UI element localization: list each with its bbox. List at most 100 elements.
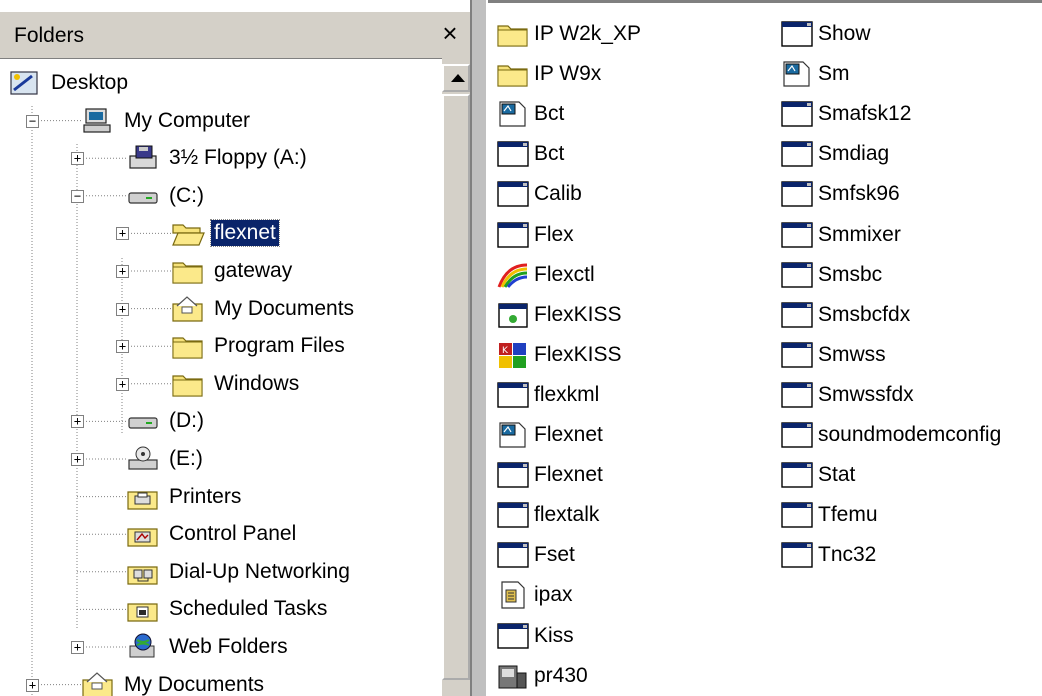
hard-drive-icon bbox=[126, 406, 160, 436]
tree-item[interactable]: Dial-Up Networking bbox=[126, 555, 353, 589]
scrollbar-thumb[interactable] bbox=[442, 94, 470, 680]
file-item[interactable]: Flexnet bbox=[496, 457, 603, 493]
tree-item-label: Control Panel bbox=[169, 522, 297, 546]
file-item[interactable]: Fset bbox=[496, 537, 575, 573]
app-window-icon bbox=[496, 460, 530, 490]
tree-item-label: (E:) bbox=[169, 447, 203, 470]
pane-splitter[interactable] bbox=[470, 0, 488, 696]
tree-item-label: Windows bbox=[214, 371, 300, 395]
tree-scrollbar[interactable] bbox=[442, 58, 470, 696]
file-item[interactable]: Flexctl bbox=[496, 257, 595, 293]
file-item[interactable]: Smsbc bbox=[780, 257, 882, 293]
file-item[interactable]: Show bbox=[780, 16, 871, 52]
file-name: IP W9x bbox=[534, 62, 602, 86]
file-item[interactable]: Calib bbox=[496, 176, 582, 212]
tree-item[interactable]: (C:) bbox=[126, 179, 207, 213]
tree-item-label: (D:) bbox=[169, 409, 204, 433]
file-item[interactable]: soundmodemconfig bbox=[780, 417, 1001, 453]
tree-item[interactable]: My Documents bbox=[171, 292, 357, 326]
file-item[interactable]: Flexnet bbox=[496, 417, 603, 453]
tree-item[interactable]: Web Folders bbox=[126, 630, 291, 664]
file-name: Smfsk96 bbox=[818, 182, 900, 206]
file-name: Smwss bbox=[818, 342, 886, 366]
tree-item[interactable]: Control Panel bbox=[126, 517, 299, 551]
tree-item[interactable]: Printers bbox=[126, 480, 244, 514]
expand-plus-icon[interactable]: + bbox=[26, 678, 39, 692]
file-item[interactable]: Smsbcfdx bbox=[780, 297, 910, 333]
config-file-icon bbox=[496, 580, 530, 610]
file-name: Smmixer bbox=[818, 222, 901, 246]
expand-plus-icon[interactable]: + bbox=[116, 340, 129, 354]
close-pane-button[interactable]: × bbox=[436, 18, 464, 48]
file-item[interactable]: Smafsk12 bbox=[780, 96, 911, 132]
app-window-icon bbox=[496, 621, 530, 651]
tree-item-label: My Documents bbox=[124, 672, 265, 696]
file-item[interactable]: Sm bbox=[780, 56, 850, 92]
file-item[interactable]: Smmixer bbox=[780, 217, 901, 253]
file-item[interactable]: Smwss bbox=[780, 337, 886, 373]
file-item[interactable]: Bct bbox=[496, 136, 564, 172]
file-item[interactable]: K FlexKISS bbox=[496, 337, 622, 373]
tree-item[interactable]: Program Files bbox=[171, 329, 348, 363]
tree-item-label: My Computer bbox=[124, 108, 251, 132]
file-item[interactable]: pr430 bbox=[496, 658, 588, 694]
tree-item[interactable]: My Documents bbox=[81, 668, 267, 696]
file-item[interactable]: Smdiag bbox=[780, 136, 889, 172]
folder-icon bbox=[496, 19, 530, 49]
file-item[interactable]: ipax bbox=[496, 577, 573, 613]
expand-plus-icon[interactable]: + bbox=[116, 377, 129, 391]
flexkiss-app-icon: K bbox=[496, 340, 530, 370]
file-item[interactable]: Kiss bbox=[496, 618, 574, 654]
expand-plus-icon[interactable]: + bbox=[71, 641, 84, 654]
tree-item[interactable]: flexnet bbox=[171, 216, 280, 250]
computer-icon bbox=[81, 106, 115, 136]
file-item[interactable]: flexkml bbox=[496, 377, 599, 413]
tree-item[interactable]: Windows bbox=[171, 367, 302, 401]
folders-title: Folders bbox=[14, 24, 85, 47]
collapse-minus-icon[interactable]: − bbox=[26, 114, 39, 128]
app-window-icon bbox=[496, 540, 530, 570]
documents-folder-icon bbox=[81, 670, 115, 696]
file-item[interactable]: IP W9x bbox=[496, 56, 601, 92]
app-window-icon bbox=[780, 500, 814, 530]
file-item[interactable]: FlexKISS bbox=[496, 297, 622, 333]
app-window-icon bbox=[780, 300, 814, 330]
file-item[interactable]: IP W2k_XP bbox=[496, 16, 641, 52]
file-item[interactable]: Tfemu bbox=[780, 497, 878, 533]
file-name: Smsbcfdx bbox=[818, 302, 911, 326]
tree-item[interactable]: Desktop bbox=[8, 66, 131, 100]
app-window-icon bbox=[496, 220, 530, 250]
expand-plus-icon[interactable]: + bbox=[116, 265, 129, 278]
expand-plus-icon[interactable]: + bbox=[71, 415, 84, 429]
tree-item[interactable]: My Computer bbox=[81, 104, 253, 138]
file-name: Smdiag bbox=[818, 142, 890, 166]
tree-item[interactable]: (D:) bbox=[126, 404, 207, 438]
rainbow-app-icon bbox=[496, 260, 530, 290]
file-item[interactable]: Flex bbox=[496, 217, 574, 253]
app-window-icon bbox=[780, 340, 814, 370]
file-item[interactable]: Smfsk96 bbox=[780, 176, 900, 212]
file-name: Sm bbox=[818, 62, 850, 86]
tree-item[interactable]: 3½ Floppy (A:) bbox=[126, 141, 310, 175]
expand-plus-icon[interactable]: + bbox=[116, 302, 129, 316]
expand-plus-icon[interactable]: + bbox=[116, 227, 129, 241]
file-item[interactable]: flextalk bbox=[496, 497, 599, 533]
file-item[interactable]: Smwssfdx bbox=[780, 377, 914, 413]
folder-tree: Desktop My Computer − 3½ Floppy (A:) + (C:) − f… bbox=[0, 58, 440, 696]
tree-item[interactable]: gateway bbox=[171, 254, 295, 288]
tree-item[interactable]: (E:) bbox=[126, 442, 206, 476]
file-item[interactable]: Stat bbox=[780, 457, 855, 493]
tree-item[interactable]: Scheduled Tasks bbox=[126, 592, 330, 626]
file-name: Smsbc bbox=[818, 262, 883, 286]
collapse-minus-icon[interactable]: − bbox=[71, 189, 84, 203]
file-item[interactable]: Tnc32 bbox=[780, 537, 876, 573]
control-panel-icon bbox=[126, 519, 160, 549]
expand-plus-icon[interactable]: + bbox=[71, 152, 84, 166]
scroll-up-arrow-icon[interactable] bbox=[442, 64, 470, 92]
tree-item-label: (C:) bbox=[169, 183, 204, 207]
file-item[interactable]: Bct bbox=[496, 96, 564, 132]
file-name: soundmodemconfig bbox=[818, 423, 1002, 446]
app-window-icon bbox=[780, 139, 814, 169]
expand-plus-icon[interactable]: + bbox=[71, 453, 84, 466]
app-window-icon bbox=[496, 500, 530, 530]
